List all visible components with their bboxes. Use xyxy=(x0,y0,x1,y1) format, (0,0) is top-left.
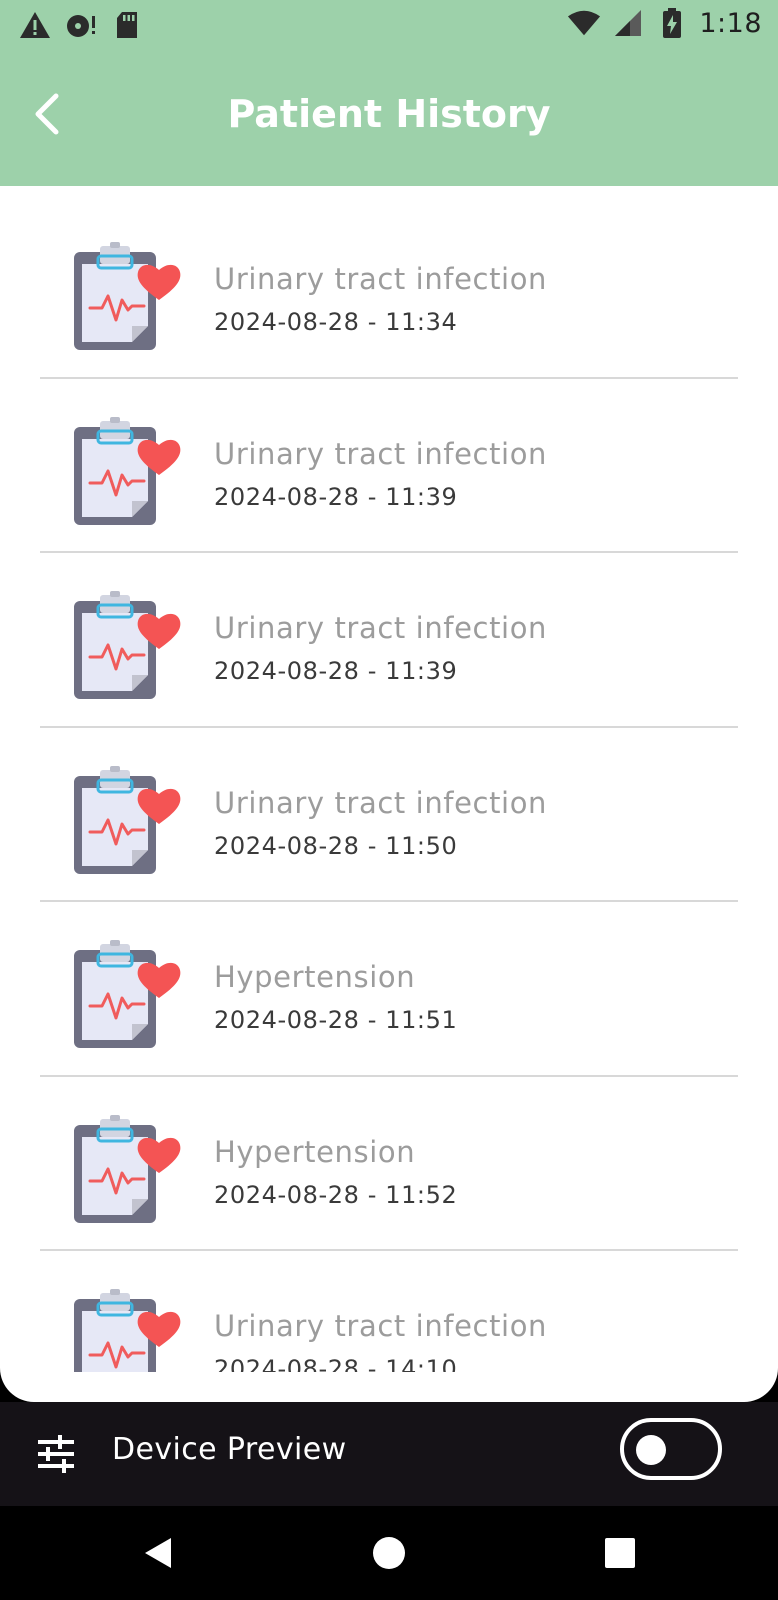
device-preview-label: Device Preview xyxy=(112,1432,347,1467)
app-bar: Patient History xyxy=(0,48,778,186)
cell-signal-icon xyxy=(611,6,645,40)
history-list[interactable]: Urinary tract infection 2024-08-28 - 11:… xyxy=(0,204,778,1372)
datetime-label: 2024-08-28 - 11:51 xyxy=(214,1006,458,1034)
medical-clipboard-heart-icon xyxy=(74,1114,181,1223)
device-preview-toggle[interactable] xyxy=(620,1418,722,1480)
device-preview-bar: Device Preview xyxy=(0,1402,778,1506)
diagnosis-label: Urinary tract infection xyxy=(214,436,548,471)
back-triangle-icon xyxy=(145,1538,171,1568)
medical-clipboard-heart-icon xyxy=(74,242,181,350)
datetime-label: 2024-08-28 - 11:50 xyxy=(214,831,458,860)
datetime-label: 2024-08-28 - 11:39 xyxy=(214,482,458,511)
history-item[interactable]: Urinary tract infection 2024-08-28 - 11:… xyxy=(0,553,778,728)
medical-clipboard-heart-icon xyxy=(74,591,181,699)
sd-card-icon xyxy=(110,8,144,42)
diagnosis-label: Urinary tract infection xyxy=(214,785,548,820)
page-title: Patient History xyxy=(227,92,551,136)
nav-back-button[interactable] xyxy=(133,1528,183,1578)
diagnosis-label: Urinary tract infection xyxy=(214,262,548,296)
status-bar: 1:18 xyxy=(0,0,778,48)
datetime-label: 2024-08-28 - 11:34 xyxy=(214,308,458,336)
recents-square-icon xyxy=(605,1538,635,1568)
sliders-icon[interactable] xyxy=(36,1434,76,1474)
diagnosis-label: Hypertension xyxy=(214,1134,416,1169)
battery-charging-icon xyxy=(655,6,689,40)
medical-clipboard-heart-icon xyxy=(74,1289,181,1372)
home-circle-icon xyxy=(373,1537,405,1569)
diagnosis-label: Urinary tract infection xyxy=(214,1309,548,1343)
history-item[interactable]: Urinary tract infection 2024-08-28 - 11:… xyxy=(0,728,778,902)
diagnosis-label: Urinary tract infection xyxy=(214,611,548,645)
wifi-icon xyxy=(567,6,601,40)
nav-recents-button[interactable] xyxy=(595,1528,645,1578)
history-item[interactable]: Hypertension 2024-08-28 - 11:52 xyxy=(0,1077,778,1251)
history-item[interactable]: Urinary tract infection 2024-08-28 - 14:… xyxy=(0,1251,778,1372)
history-item[interactable]: Urinary tract infection 2024-08-28 - 11:… xyxy=(0,379,778,553)
sync-disc-icon xyxy=(64,8,98,42)
warning-icon xyxy=(18,8,52,42)
medical-clipboard-heart-icon xyxy=(74,765,181,874)
navigation-bar xyxy=(0,1506,778,1600)
nav-home-button[interactable] xyxy=(364,1528,414,1578)
datetime-label: 2024-08-28 - 11:39 xyxy=(214,657,458,685)
datetime-label: 2024-08-28 - 14:10 xyxy=(214,1355,458,1372)
medical-clipboard-heart-icon xyxy=(74,940,181,1048)
diagnosis-label: Hypertension xyxy=(214,960,416,994)
main-content: Urinary tract infection 2024-08-28 - 11:… xyxy=(0,186,778,1402)
medical-clipboard-heart-icon xyxy=(74,416,181,525)
status-clock: 1:18 xyxy=(699,7,762,39)
datetime-label: 2024-08-28 - 11:52 xyxy=(214,1180,458,1209)
history-item[interactable]: Hypertension 2024-08-28 - 11:51 xyxy=(0,902,778,1077)
toggle-knob xyxy=(636,1435,666,1465)
history-item[interactable]: Urinary tract infection 2024-08-28 - 11:… xyxy=(0,204,778,379)
